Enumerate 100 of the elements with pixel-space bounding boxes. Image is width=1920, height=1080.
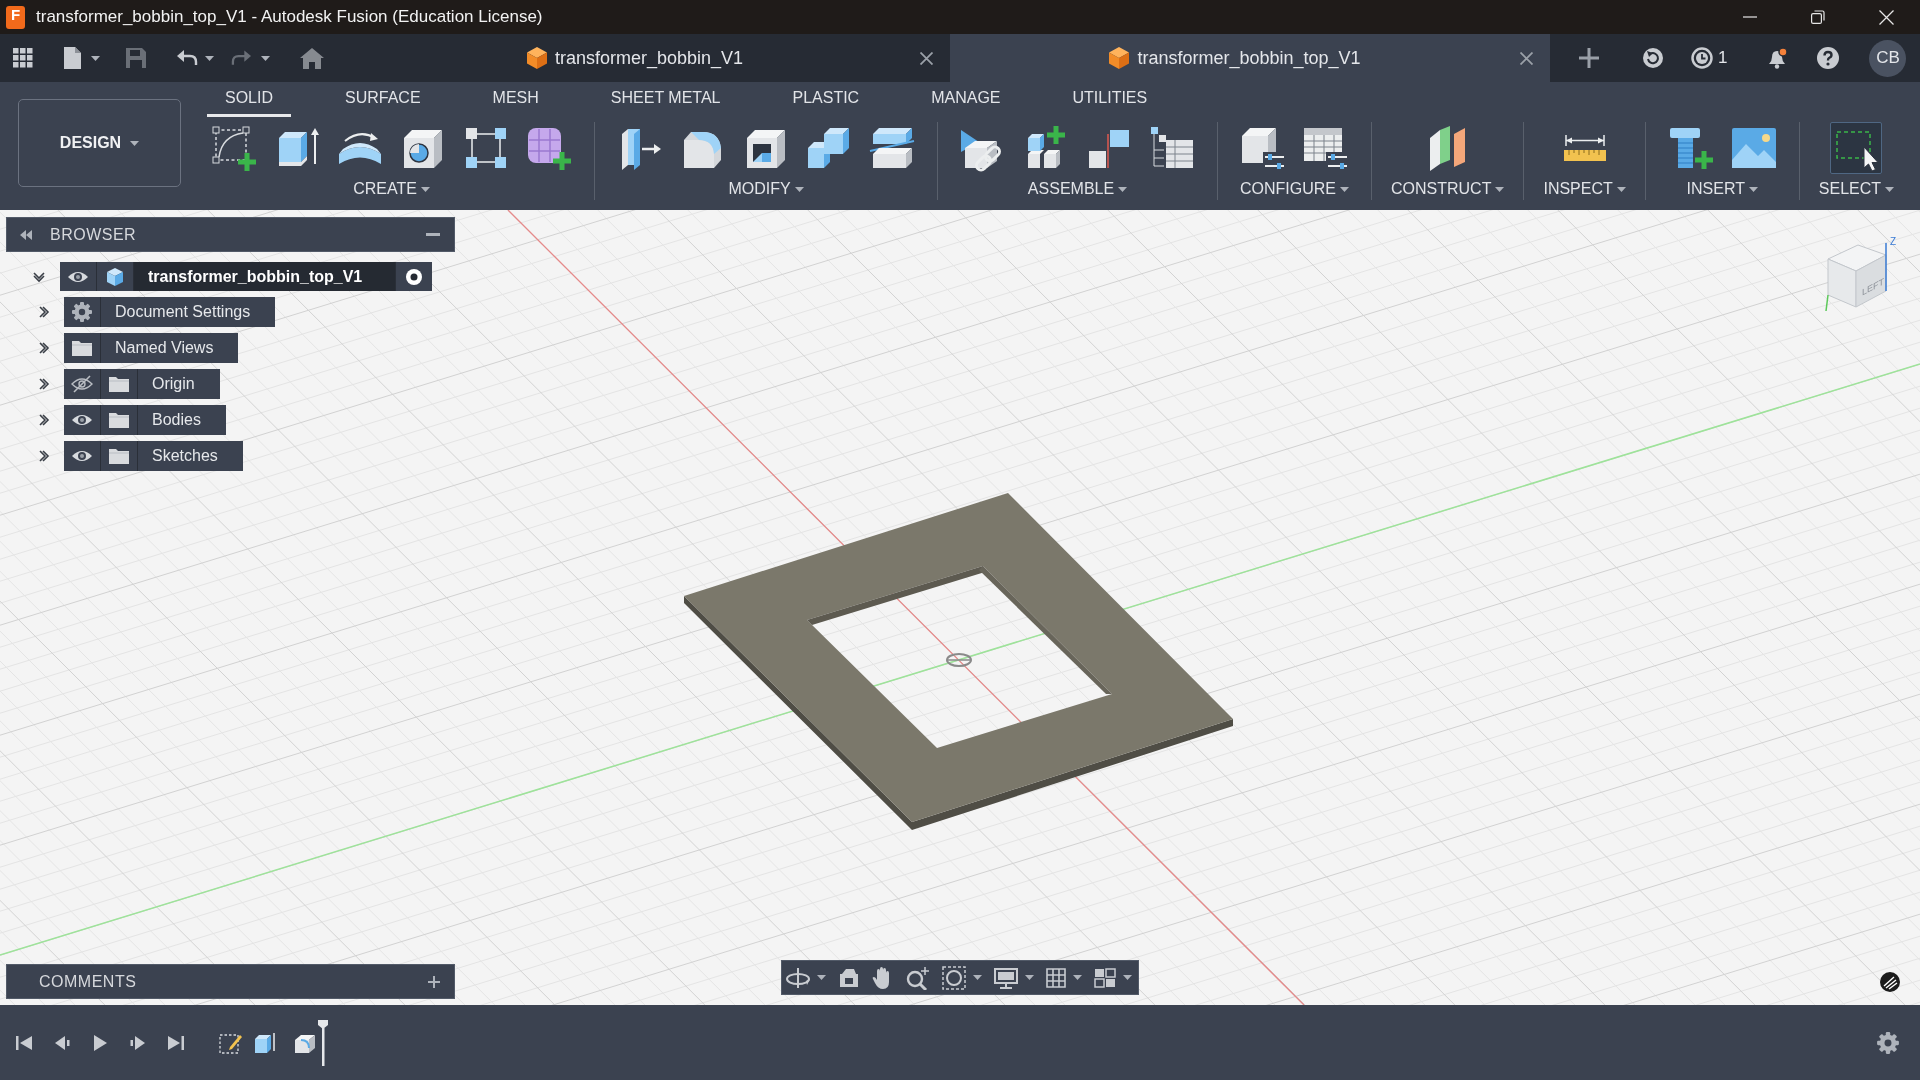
- skip-end-icon[interactable]: [168, 1034, 184, 1051]
- caret-icon[interactable]: [91, 55, 100, 61]
- tree-item[interactable]: Sketches: [64, 441, 243, 471]
- origin-marker-icon: [946, 653, 972, 667]
- item-label: Named Views: [114, 338, 215, 358]
- dropdown-menu-button[interactable]: CREATE: [353, 178, 430, 200]
- caret-icon[interactable]: [420, 186, 430, 192]
- toolbar-tab[interactable]: MESH: [474, 82, 557, 117]
- chevron-down-icon[interactable]: [32, 270, 46, 283]
- folder-icon: [108, 375, 130, 393]
- caret-icon[interactable]: [1073, 975, 1082, 980]
- dropdown-menu-button[interactable]: CONFIGURE: [1240, 178, 1349, 200]
- play-icon[interactable]: [92, 1034, 108, 1051]
- four-panes-icon[interactable]: [1094, 967, 1116, 988]
- cube-icon: [526, 47, 547, 69]
- crossed-eye-icon[interactable]: [71, 375, 93, 393]
- caret-icon[interactable]: [1495, 186, 1505, 192]
- plus-icon[interactable]: [1579, 48, 1599, 68]
- caret-icon[interactable]: [205, 55, 214, 61]
- dropdown-menu-button[interactable]: INSPECT: [1543, 178, 1626, 200]
- caret-icon[interactable]: [794, 186, 804, 192]
- striped-circle-icon[interactable]: [1880, 972, 1900, 992]
- item-label: transformer_bobbin_top_V1: [147, 266, 364, 287]
- item-label: Origin: [151, 374, 196, 394]
- eye-icon[interactable]: [71, 449, 93, 463]
- dashed-square-plus-icon: [210, 124, 258, 172]
- dropdown-menu-button[interactable]: ASSEMBLE: [1027, 178, 1128, 200]
- square-frame-plate[interactable]: [684, 493, 1233, 830]
- caret-icon[interactable]: [130, 140, 140, 146]
- user-avatar[interactable]: CB: [1869, 39, 1907, 77]
- caret-icon[interactable]: [1118, 186, 1128, 192]
- job-count: 1: [1718, 48, 1728, 68]
- skip-start-icon[interactable]: [16, 1034, 32, 1051]
- tool-button[interactable]: [1830, 122, 1883, 174]
- item-label: Document Settings: [114, 302, 252, 322]
- toolbar-tab[interactable]: SURFACE: [327, 82, 439, 117]
- bell-icon[interactable]: [1766, 47, 1789, 69]
- caret-icon[interactable]: [1616, 186, 1626, 192]
- screen-box-icon[interactable]: [838, 967, 860, 988]
- toolbar-tab[interactable]: SHEET METAL: [592, 82, 739, 117]
- dropdown-menu-button[interactable]: SELECT: [1818, 178, 1895, 200]
- toolbar-tab[interactable]: MANAGE: [913, 82, 1019, 117]
- orbit-icon[interactable]: [786, 966, 810, 989]
- dropdown-menu-button[interactable]: MODIFY: [728, 178, 804, 200]
- zoom-icon[interactable]: [906, 965, 930, 990]
- workspace-menu-button[interactable]: DESIGN: [18, 99, 181, 187]
- tree-item[interactable]: Named Views: [64, 333, 239, 363]
- folder-icon: [108, 411, 130, 429]
- comments-title: COMMENTS: [39, 972, 137, 991]
- plus-icon[interactable]: [428, 975, 440, 988]
- caret-icon[interactable]: [817, 975, 826, 980]
- caret-icon[interactable]: [1340, 186, 1349, 192]
- chevron-right-icon[interactable]: [38, 413, 50, 427]
- tree-item[interactable]: Bodies: [64, 405, 226, 435]
- caret-icon[interactable]: [1885, 186, 1895, 192]
- home-icon[interactable]: [300, 47, 324, 69]
- chevron-right-icon[interactable]: [38, 341, 50, 355]
- dropdown-menu-button[interactable]: CONSTRUCT: [1391, 178, 1505, 200]
- tree-item[interactable]: Document Settings: [64, 297, 276, 327]
- undo-icon[interactable]: [177, 50, 198, 66]
- browser-title: BROWSER: [50, 225, 137, 244]
- chevron-right-icon[interactable]: [38, 305, 50, 319]
- help-icon[interactable]: [1817, 47, 1840, 69]
- display-monitor-icon[interactable]: [994, 966, 1018, 989]
- caret-icon[interactable]: [973, 975, 982, 980]
- caret-icon[interactable]: [1123, 975, 1132, 980]
- window-title: transformer_bobbin_top_V1 - Autodesk Fusion (Education License): [36, 7, 543, 27]
- file-icon[interactable]: [64, 47, 81, 69]
- folder-icon: [108, 447, 130, 465]
- radio-ring-icon[interactable]: [405, 267, 424, 286]
- toolbar-tab[interactable]: SOLID: [207, 82, 291, 117]
- caret-icon[interactable]: [1025, 975, 1034, 980]
- chevron-right-icon[interactable]: [38, 377, 50, 391]
- view-cube[interactable]: LEFT Z: [1822, 235, 1900, 323]
- grid-icon[interactable]: [1046, 967, 1066, 988]
- apps-grid-icon[interactable]: [13, 48, 33, 68]
- eye-icon[interactable]: [67, 269, 89, 284]
- chevron-right-icon[interactable]: [38, 449, 50, 463]
- toolbar-tab[interactable]: PLASTIC: [774, 82, 878, 117]
- dropdown-menu-button[interactable]: INSERT: [1686, 178, 1758, 200]
- double-left-triangle-icon[interactable]: [20, 229, 32, 240]
- document-tab[interactable]: transformer_bobbin_V1: [350, 34, 950, 82]
- toolbar-tab[interactable]: UTILITIES: [1054, 82, 1166, 117]
- step-back-icon[interactable]: [54, 1034, 70, 1051]
- tree-item[interactable]: transformer_bobbin_top_V1: [60, 262, 433, 291]
- item-label: Bodies: [151, 410, 202, 430]
- cube-icon: [1109, 47, 1130, 69]
- item-label: Sketches: [151, 446, 219, 466]
- extrude-feature-icon[interactable]: [253, 1030, 277, 1055]
- settings-icon[interactable]: [1876, 1030, 1900, 1055]
- eye-icon[interactable]: [71, 413, 93, 427]
- caret-icon[interactable]: [261, 55, 270, 61]
- restore-icon[interactable]: [1811, 10, 1825, 24]
- gear-icon: [71, 301, 93, 323]
- timeline-marker-icon[interactable]: [318, 1019, 328, 1066]
- clock-icon[interactable]: [1691, 47, 1713, 69]
- tree-item[interactable]: Origin: [64, 369, 220, 399]
- caret-icon[interactable]: [1748, 186, 1758, 192]
- step-forward-icon[interactable]: [130, 1034, 146, 1051]
- document-tab[interactable]: transformer_bobbin_top_V1: [950, 34, 1550, 82]
